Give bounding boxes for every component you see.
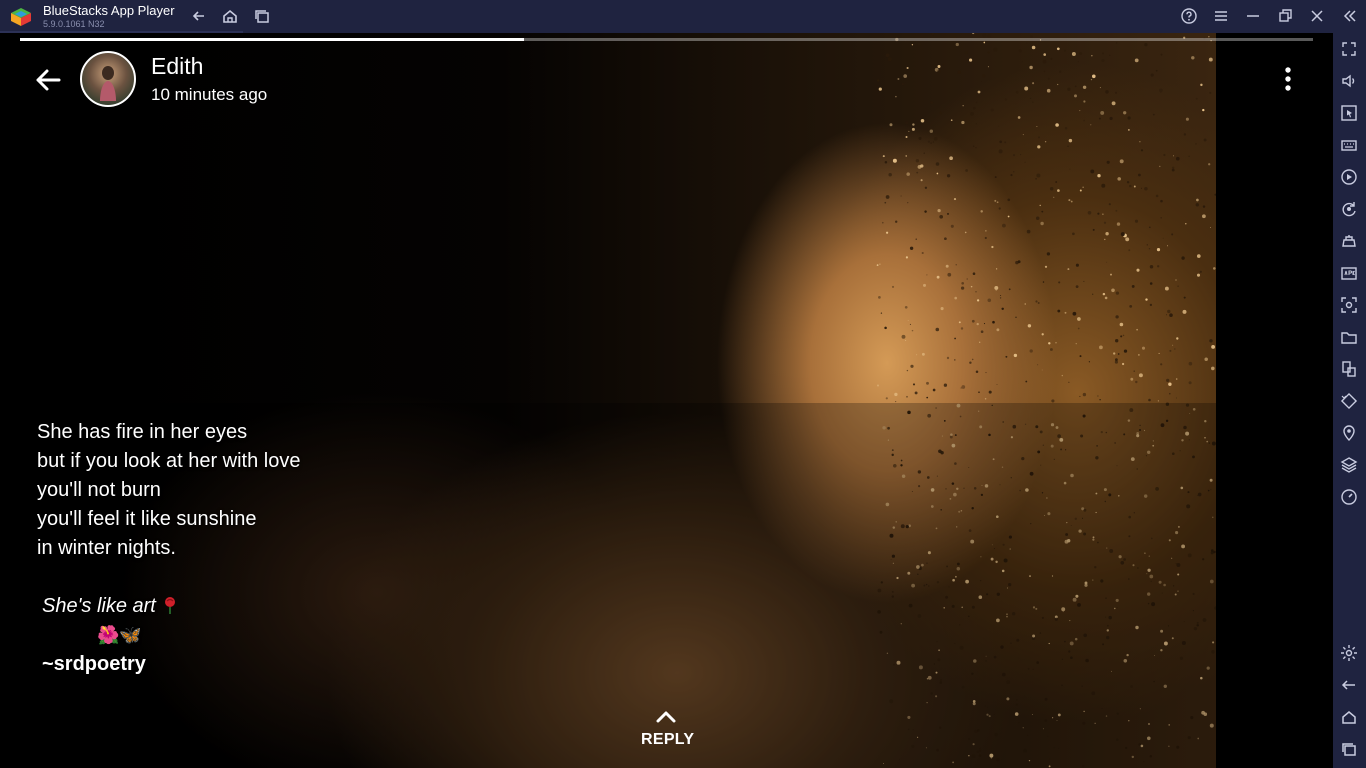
story-viewer[interactable]: Edith 10 minutes ago She has fire in her… — [0, 33, 1333, 768]
story-caption: She has fire in her eyes but if you look… — [37, 418, 300, 679]
app-title: BlueStacks App Player — [43, 3, 175, 18]
caption-line: but if you look at her with love — [37, 450, 301, 472]
location-icon[interactable] — [1339, 423, 1359, 443]
folder-icon[interactable] — [1339, 327, 1359, 347]
sync-icon[interactable] — [1339, 199, 1359, 219]
app-version: 5.9.0.1061 N32 — [43, 19, 105, 29]
collapse-sidebar-icon[interactable] — [1339, 6, 1359, 26]
caption-emoji-row: 🌺🦋 — [97, 625, 142, 645]
title-bar: BlueStacks App Player 5.9.0.1061 N32 — [0, 0, 1366, 33]
multi-instance-icon[interactable] — [252, 6, 272, 26]
rose-icon — [162, 594, 178, 614]
story-user-name[interactable]: Edith — [151, 53, 203, 80]
chevron-up-icon[interactable] — [655, 709, 677, 723]
settings-icon[interactable] — [1339, 643, 1359, 663]
macro-icon[interactable] — [1339, 167, 1359, 187]
help-icon[interactable] — [1179, 6, 1199, 26]
restore-icon[interactable] — [1275, 6, 1295, 26]
multi-instance-icon[interactable] — [1339, 359, 1359, 379]
fullscreen-icon[interactable] — [1339, 39, 1359, 59]
close-icon[interactable] — [1307, 6, 1327, 26]
pointer-icon[interactable] — [1339, 103, 1359, 123]
reply-button[interactable]: REPLY — [641, 731, 694, 749]
back-icon[interactable] — [189, 6, 209, 26]
story-progress-bar — [20, 38, 1313, 41]
layers-icon[interactable] — [1339, 455, 1359, 475]
apk-icon[interactable] — [1339, 263, 1359, 283]
more-options-icon[interactable] — [1276, 65, 1300, 93]
minimize-icon[interactable] — [1243, 6, 1263, 26]
android-home-icon[interactable] — [1339, 707, 1359, 727]
keyboard-icon[interactable] — [1339, 135, 1359, 155]
caption-line: you'll feel it like sunshine — [37, 508, 257, 530]
story-timestamp: 10 minutes ago — [151, 85, 268, 104]
game-controls-icon[interactable] — [1339, 231, 1359, 251]
caption-line: in winter nights. — [37, 537, 176, 559]
back-arrow-icon[interactable] — [32, 64, 64, 96]
eco-mode-icon[interactable] — [1339, 487, 1359, 507]
menu-icon[interactable] — [1211, 6, 1231, 26]
screenshot-icon[interactable] — [1339, 295, 1359, 315]
android-back-icon[interactable] — [1339, 675, 1359, 695]
caption-tagline: She's like art — [42, 595, 156, 617]
bluestacks-logo-icon — [10, 7, 32, 27]
avatar[interactable] — [80, 51, 136, 107]
story-progress-fill — [20, 38, 525, 41]
caption-signature: ~srdpoetry — [42, 653, 146, 675]
rotate-icon[interactable] — [1339, 391, 1359, 411]
caption-line: She has fire in her eyes — [37, 421, 248, 443]
android-recents-icon[interactable] — [1339, 739, 1359, 759]
home-icon[interactable] — [220, 6, 240, 26]
caption-line: you'll not burn — [37, 479, 161, 501]
caption-tagline-row: She's like art — [37, 592, 300, 621]
volume-icon[interactable] — [1339, 71, 1359, 91]
bluestacks-sidebar — [1333, 33, 1366, 768]
